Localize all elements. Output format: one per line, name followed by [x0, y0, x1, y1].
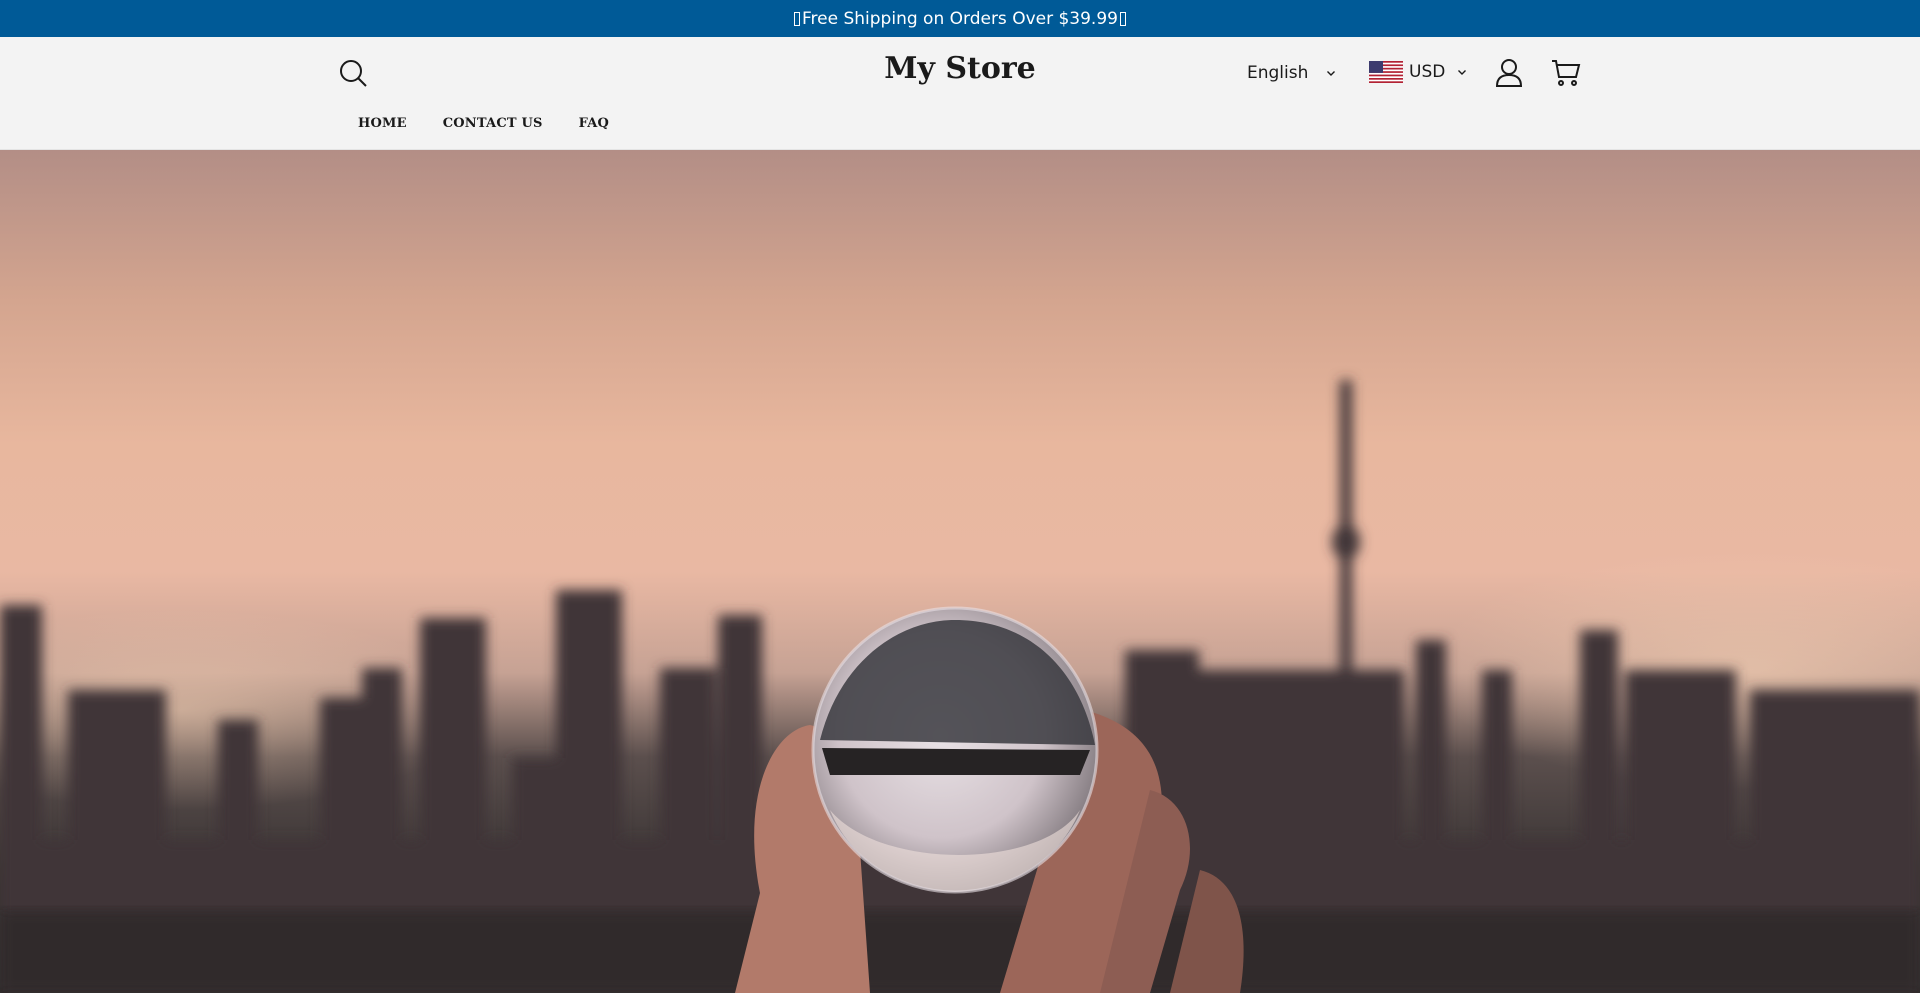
main-nav: HOME CONTACT US FAQ: [358, 116, 609, 131]
announcement-bar: Free Shipping on Orders Over $39.99: [0, 0, 1920, 37]
site-header: My Store English USD HOME CONTACT US FAQ: [0, 37, 1920, 150]
language-label: English: [1247, 63, 1309, 83]
search-button[interactable]: [338, 58, 368, 88]
cart-button[interactable]: [1551, 58, 1581, 88]
user-icon: [1495, 59, 1523, 87]
us-flag-icon: [1369, 61, 1403, 83]
cart-icon: [1552, 60, 1581, 86]
account-button[interactable]: [1495, 58, 1523, 88]
language-selector[interactable]: English: [1247, 61, 1336, 85]
search-icon: [340, 60, 367, 87]
announcement-text: Free Shipping on Orders Over $39.99: [802, 8, 1118, 29]
missing-glyph-icon: [794, 11, 800, 26]
nav-home[interactable]: HOME: [358, 116, 407, 131]
missing-glyph-icon: [1119, 11, 1126, 26]
chevron-down-icon: [1458, 70, 1467, 75]
hero-image: [0, 380, 1920, 993]
currency-label: USD: [1409, 62, 1446, 82]
hero-banner: [0, 150, 1920, 993]
store-logo: My Store: [0, 51, 1920, 86]
nav-contact-us[interactable]: CONTACT US: [443, 116, 543, 131]
nav-faq[interactable]: FAQ: [579, 116, 609, 131]
chevron-down-icon: [1327, 71, 1336, 76]
store-logo-link[interactable]: My Store: [884, 51, 1036, 86]
currency-selector[interactable]: USD: [1369, 60, 1467, 84]
